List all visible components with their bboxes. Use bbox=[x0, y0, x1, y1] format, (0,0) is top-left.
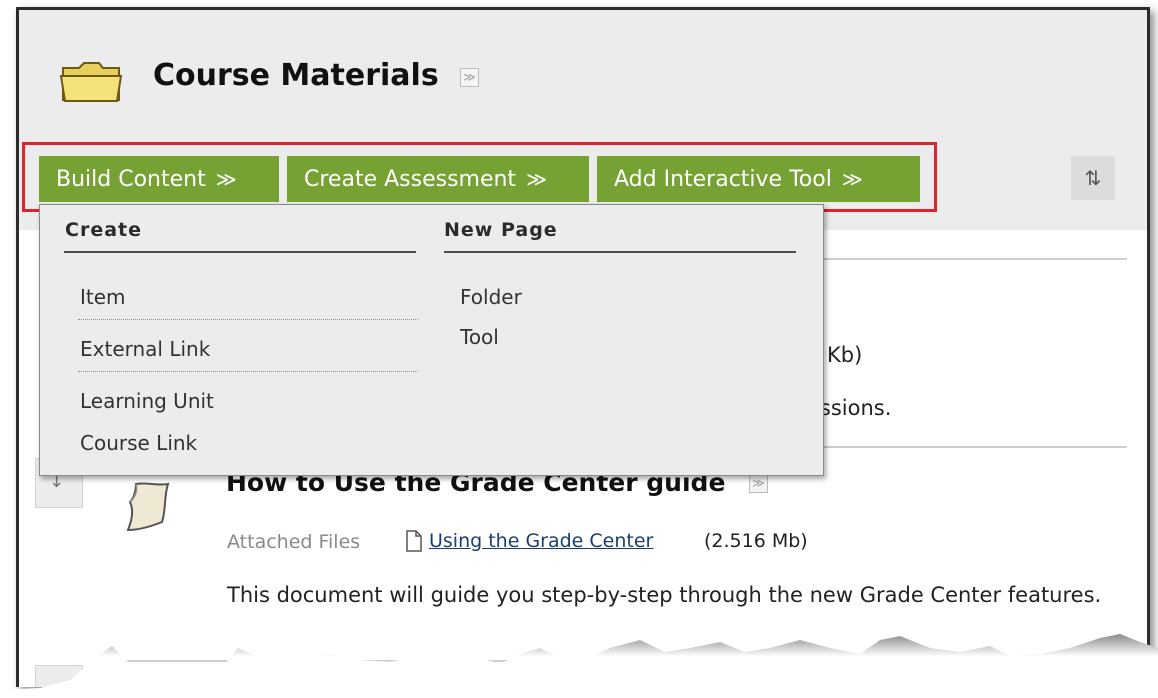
menu-item-folder[interactable]: Folder bbox=[460, 285, 522, 309]
reorder-icon[interactable]: ⇅ bbox=[1071, 156, 1115, 200]
torn-edge bbox=[0, 634, 1158, 698]
menu-item-external-link[interactable]: External Link bbox=[80, 337, 210, 361]
menu-item-tool[interactable]: Tool bbox=[460, 325, 499, 349]
create-column-header: Create bbox=[65, 219, 142, 241]
item-menu-chevron-icon[interactable]: ≫ bbox=[749, 474, 768, 493]
menu-separator bbox=[78, 319, 418, 320]
attached-files-label: Attached Files bbox=[227, 531, 361, 553]
folder-icon bbox=[59, 62, 123, 102]
title-menu-chevron-icon[interactable]: ≫ bbox=[460, 68, 479, 87]
menu-item-item[interactable]: Item bbox=[80, 285, 126, 309]
build-content-dropdown: Create New Page Item External Link Learn… bbox=[39, 204, 824, 476]
new-page-column-header: New Page bbox=[444, 219, 558, 241]
file-icon bbox=[406, 530, 422, 552]
file-link[interactable]: Using the Grade Center bbox=[429, 530, 653, 552]
page-title: Course Materials bbox=[153, 58, 439, 93]
file-size-fragment: Kb) bbox=[827, 343, 863, 367]
highlight-box bbox=[22, 142, 937, 212]
screenshot-frame: Course Materials ≫ Build Content ≫ Create… bbox=[16, 7, 1150, 687]
column-divider bbox=[444, 251, 796, 253]
menu-item-learning-unit[interactable]: Learning Unit bbox=[80, 389, 214, 413]
file-size: (2.516 Mb) bbox=[704, 530, 808, 552]
document-icon bbox=[126, 482, 170, 532]
content-divider bbox=[793, 258, 1127, 260]
item-description: This document will guide you step-by-ste… bbox=[227, 583, 1102, 607]
menu-item-course-link[interactable]: Course Link bbox=[80, 431, 197, 455]
column-divider bbox=[64, 251, 416, 253]
menu-separator bbox=[78, 371, 418, 372]
